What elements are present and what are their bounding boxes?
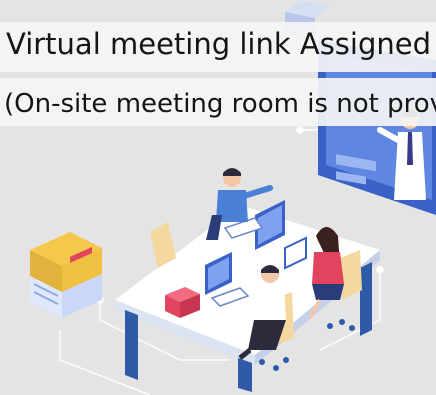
archive-boxes xyxy=(30,232,102,318)
availability-note: (On-site meeting room is not provi xyxy=(4,89,436,119)
page-title: Virtual meeting link Assigned xyxy=(6,27,432,61)
